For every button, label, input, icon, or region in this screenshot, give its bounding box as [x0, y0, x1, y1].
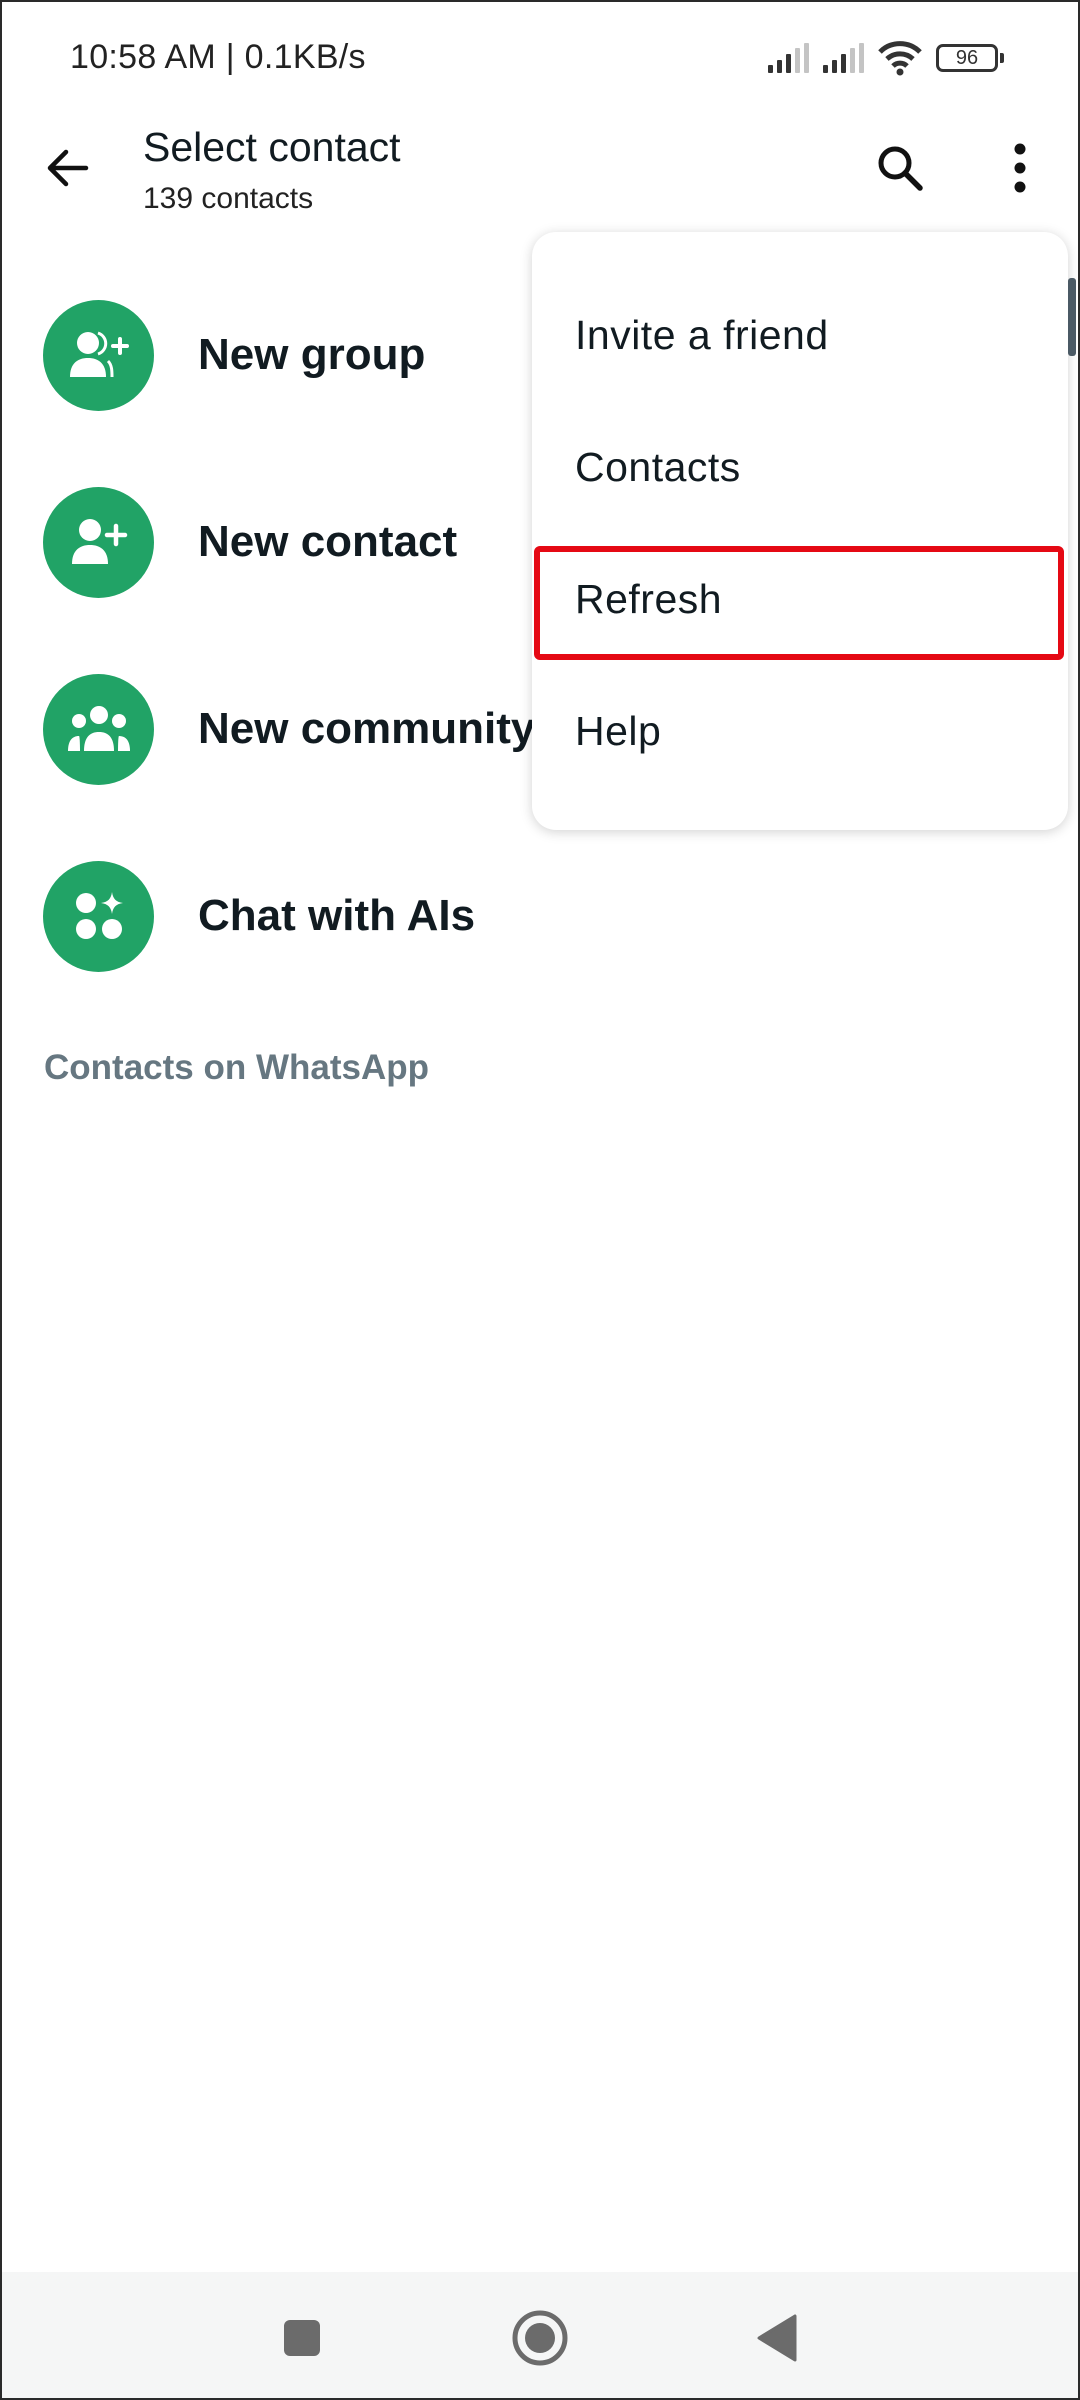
signal-icon: [768, 43, 809, 73]
menu-item-invite-friend[interactable]: Invite a friend: [532, 269, 1068, 401]
search-button[interactable]: [868, 136, 932, 200]
chat-with-ais-avatar: [43, 860, 154, 972]
status-time-speed: 10:58 AM | 0.1KB/s: [70, 38, 366, 76]
signal-icon: [823, 43, 864, 73]
more-vert-icon: [1014, 143, 1026, 193]
menu-item-label: Refresh: [575, 575, 723, 622]
community-icon: [67, 706, 130, 751]
ai-sparkle-icon: [75, 892, 123, 939]
scrollbar[interactable]: [1068, 278, 1076, 356]
menu-item-label: Help: [575, 707, 662, 754]
wifi-icon: [878, 41, 922, 76]
recents-square-icon: [284, 2320, 320, 2356]
back-button[interactable]: [36, 136, 100, 200]
menu-item-label: Invite a friend: [575, 311, 829, 358]
group-add-icon: [69, 331, 129, 378]
back-arrow-icon: [47, 149, 89, 187]
system-nav-bar: [0, 2272, 1080, 2400]
menu-item-label: Contacts: [575, 443, 741, 490]
home-circle-icon: [512, 2310, 568, 2366]
person-add-icon: [71, 519, 127, 564]
action-label: New group: [198, 330, 426, 379]
battery-level: 96: [936, 44, 998, 72]
action-chat-with-ais[interactable]: Chat with AIs: [0, 836, 1080, 996]
search-icon: [878, 146, 923, 191]
contacts-count: 139 contacts: [143, 182, 314, 215]
status-icons: 96: [768, 40, 1004, 76]
menu-item-contacts[interactable]: Contacts: [532, 401, 1068, 533]
action-label: New community: [198, 704, 536, 753]
overflow-menu: Invite a friend Contacts Refresh Help: [532, 232, 1068, 830]
new-group-avatar: [43, 299, 154, 411]
back-nav-button[interactable]: [747, 2308, 807, 2368]
home-button[interactable]: [510, 2308, 570, 2368]
section-header-contacts: Contacts on WhatsApp: [44, 1048, 429, 1087]
status-bar: 10:58 AM | 0.1KB/s 96: [0, 0, 1080, 110]
back-triangle-icon: [757, 2314, 797, 2362]
menu-item-help[interactable]: Help: [532, 665, 1068, 797]
battery-icon: 96: [936, 44, 1004, 72]
menu-item-refresh[interactable]: Refresh: [532, 533, 1068, 665]
app-bar: Select contact 139 contacts: [0, 110, 1080, 230]
new-contact-avatar: [43, 486, 154, 598]
page-title: Select contact: [143, 124, 401, 170]
action-label: New contact: [198, 517, 458, 566]
recents-button[interactable]: [272, 2308, 332, 2368]
more-options-button[interactable]: [988, 136, 1052, 200]
new-community-avatar: [43, 673, 154, 785]
action-label: Chat with AIs: [198, 891, 476, 940]
